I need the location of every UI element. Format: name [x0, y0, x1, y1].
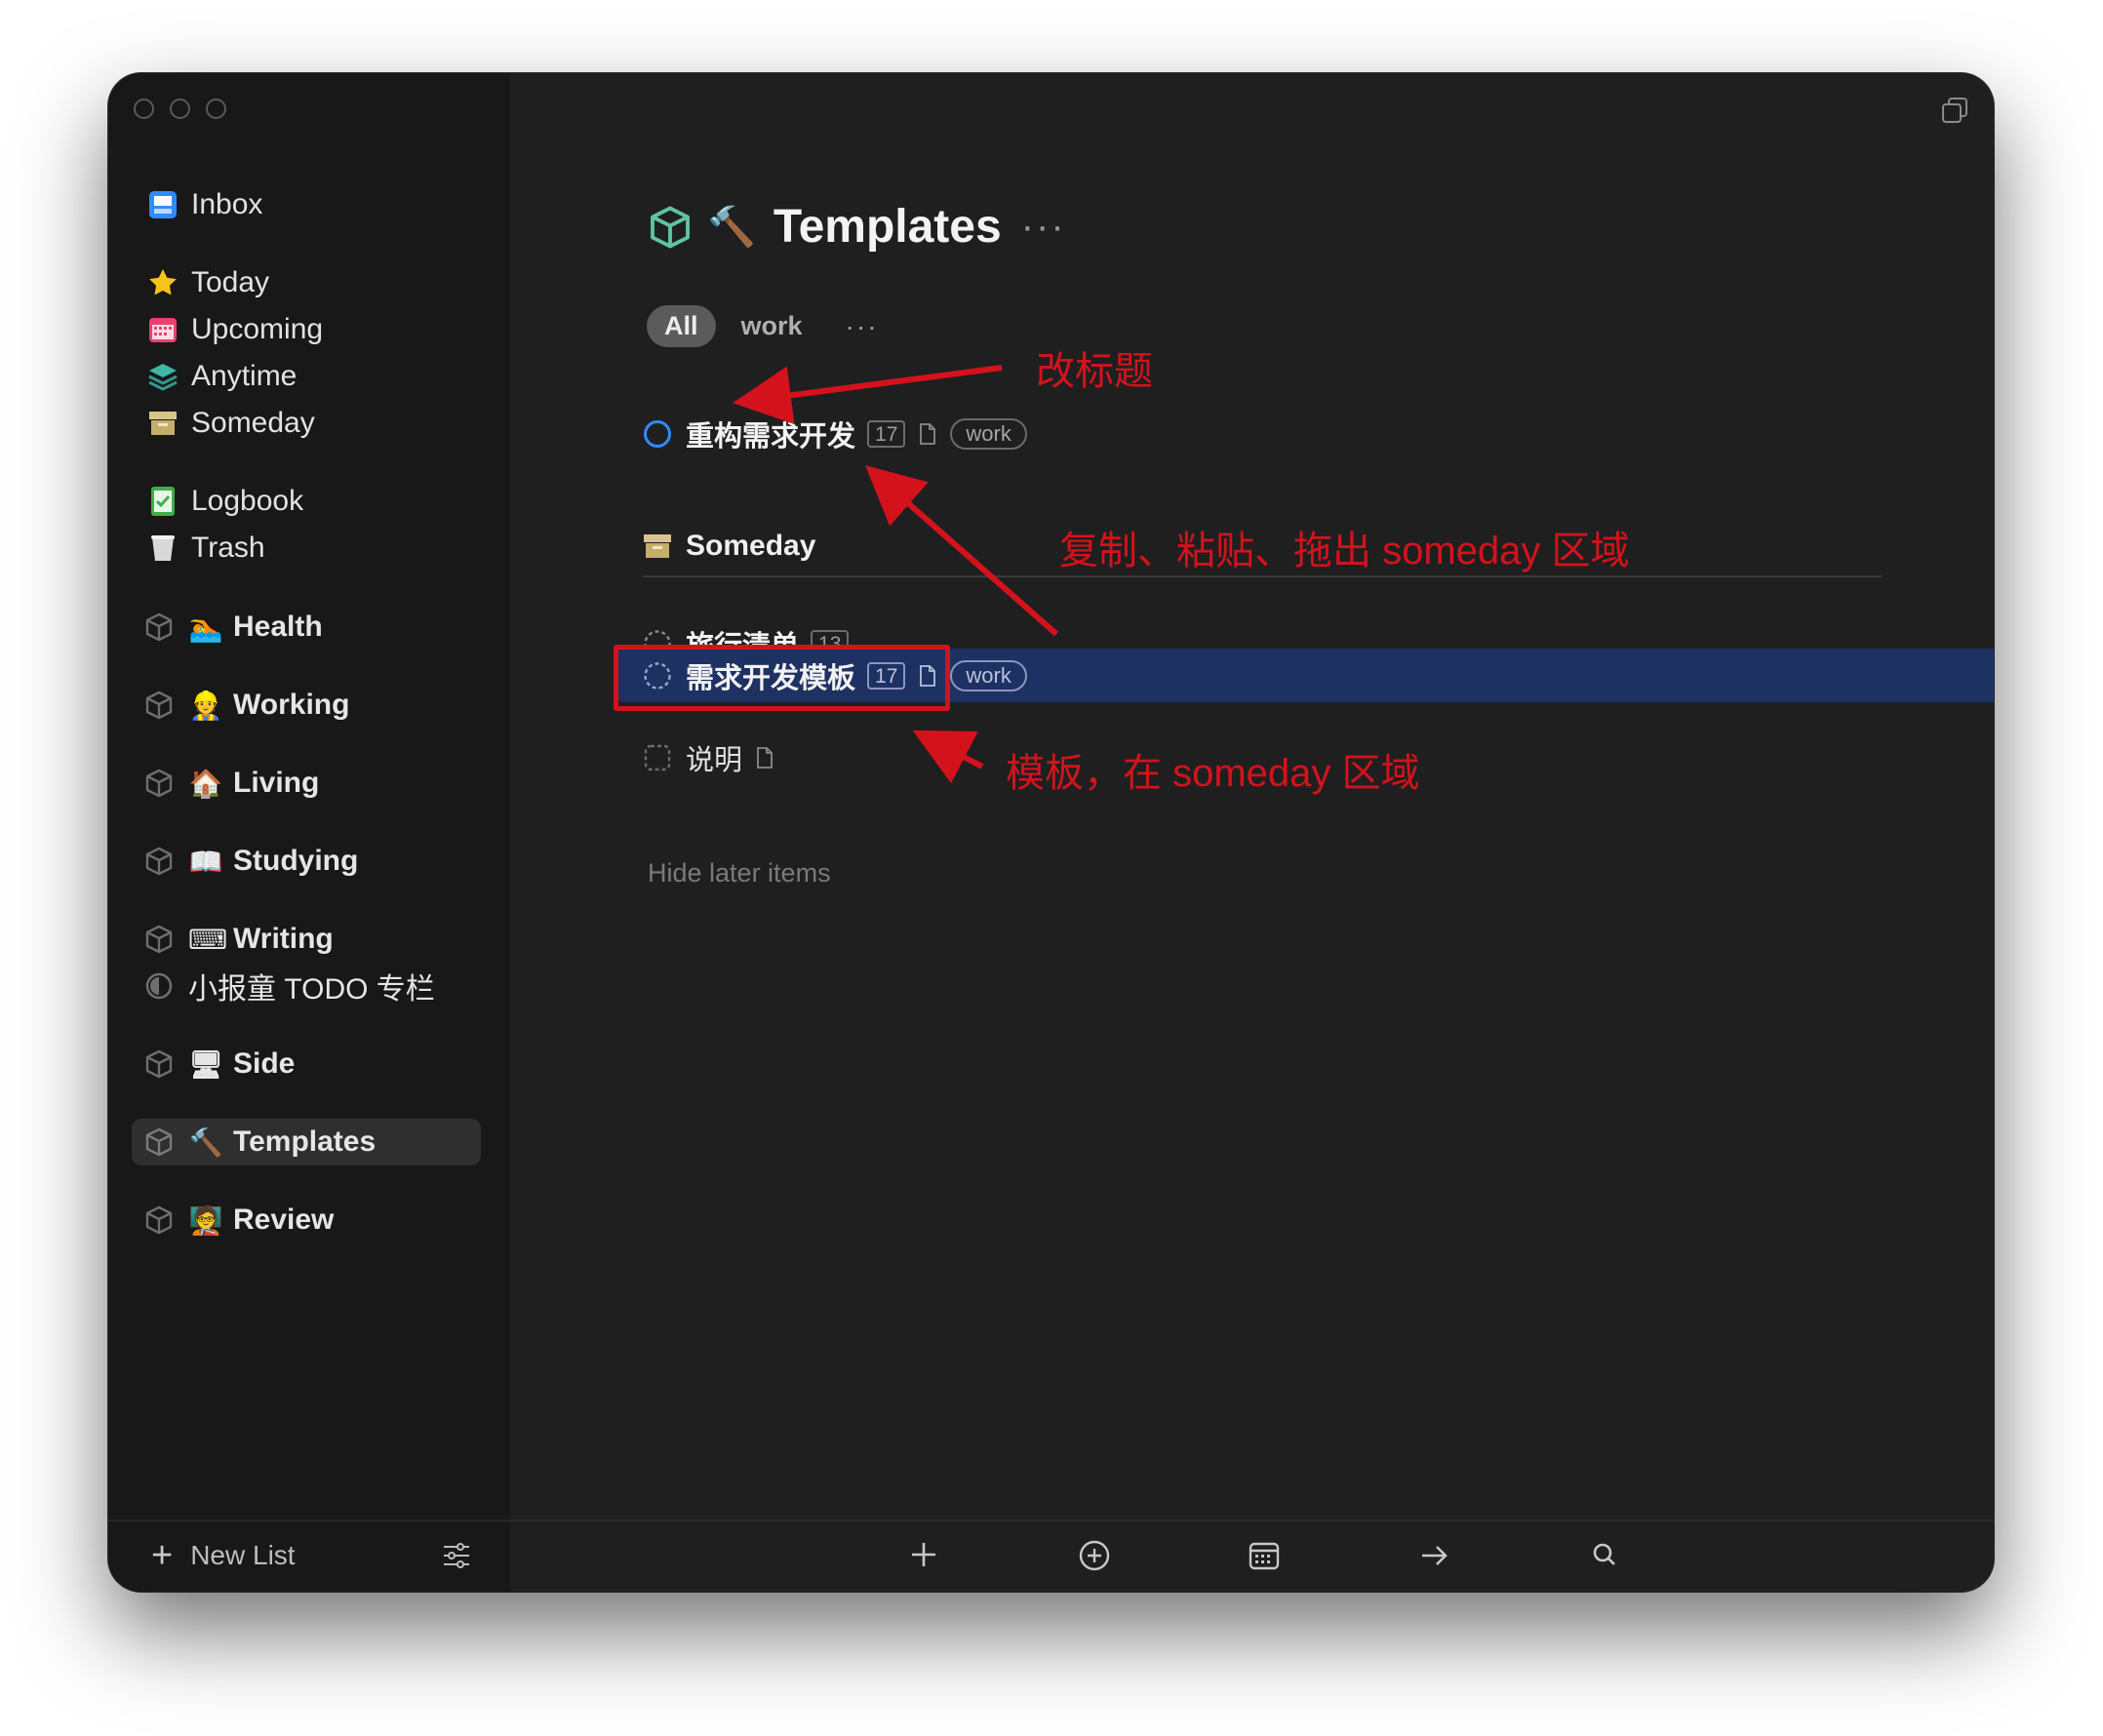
annotation-arrow-template [912, 730, 984, 784]
annotation-copy-paste: 复制、粘贴、拖出 someday 区域 [1059, 530, 1630, 572]
annotation-arrow-rename [733, 365, 1003, 425]
annotation-rename-title: 改标题 [1036, 350, 1153, 393]
annotation-arrows [733, 365, 1058, 784]
annotation-template-note: 模板，在 someday 区域 [1006, 752, 1420, 795]
annotation-arrow-copy [865, 465, 1058, 637]
